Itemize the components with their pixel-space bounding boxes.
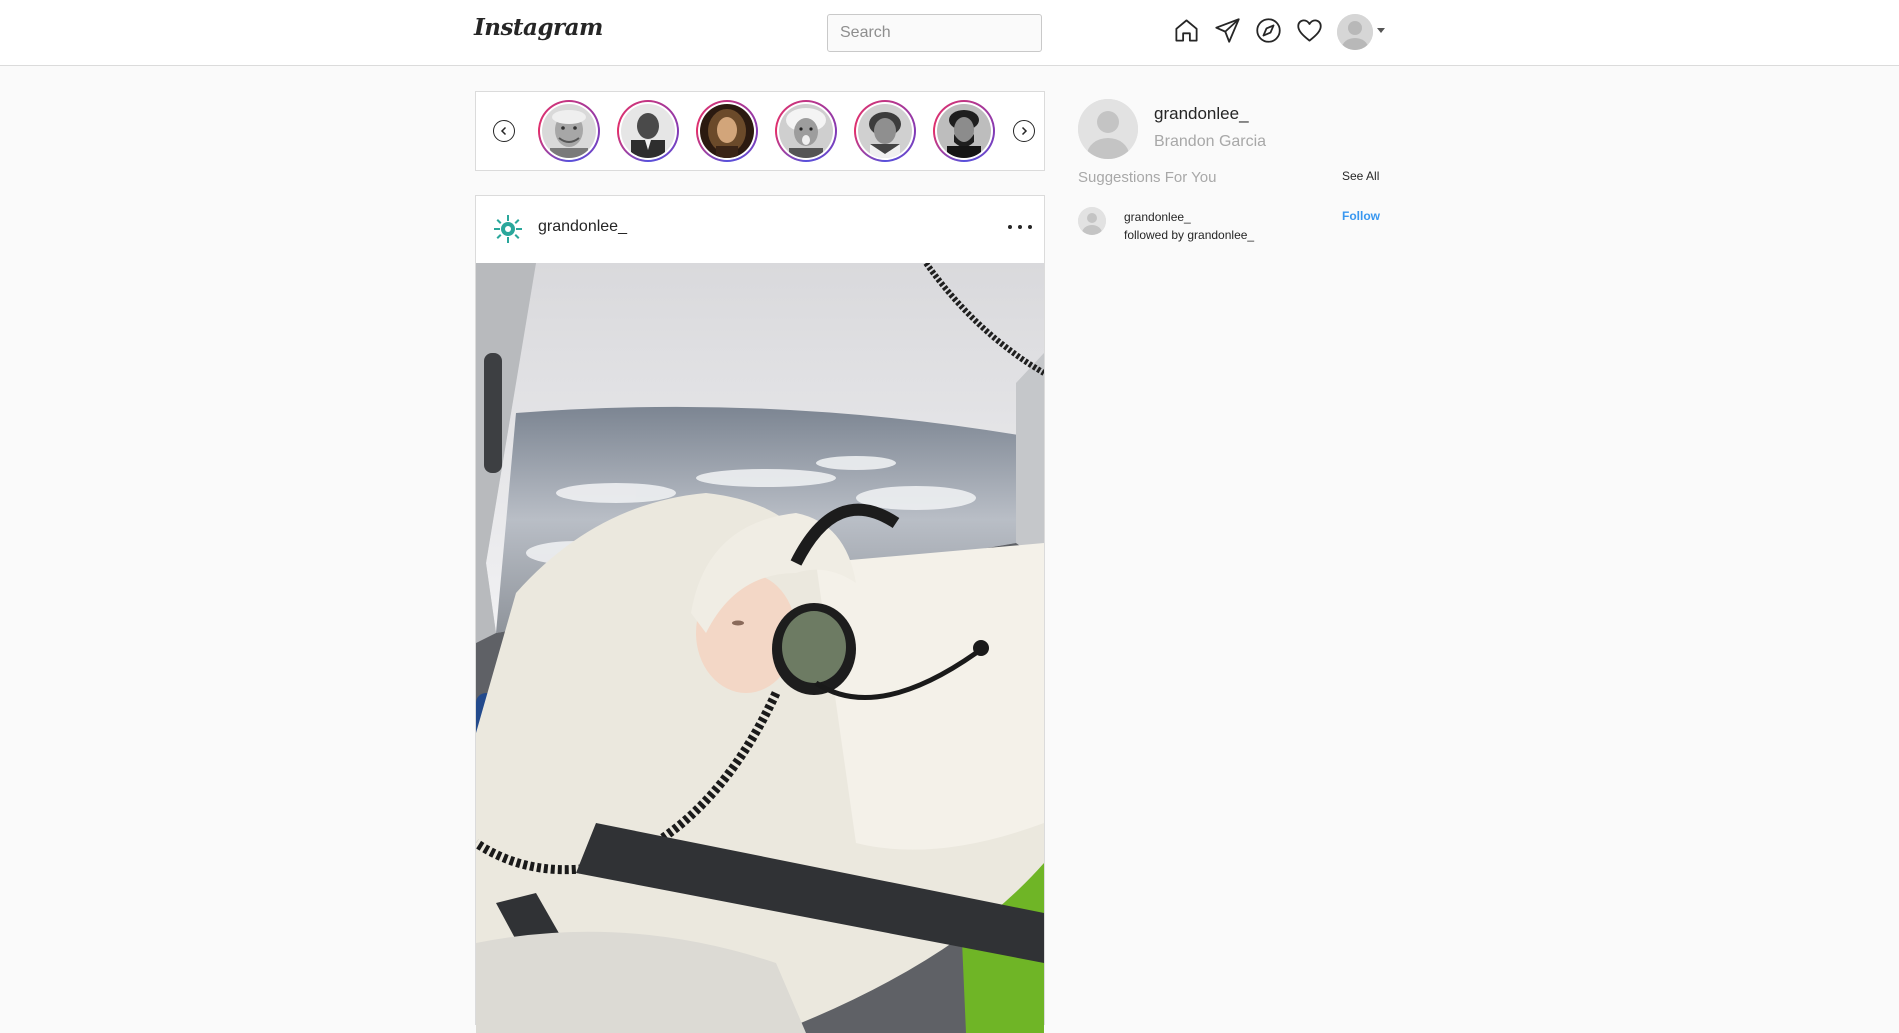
direct-message-icon[interactable]	[1212, 15, 1242, 45]
stories-prev-button[interactable]	[493, 120, 515, 142]
suggestions-heading: Suggestions For You	[1078, 169, 1217, 186]
suggestion-followed-by: followed by grandonlee_	[1124, 228, 1255, 242]
post-author-avatar[interactable]	[492, 213, 524, 245]
profile-menu-dropdown[interactable]	[1337, 14, 1389, 50]
feed-post: grandonlee_	[475, 195, 1045, 1033]
story-avatar-2[interactable]	[617, 100, 679, 162]
top-nav-bar: Instagram	[0, 0, 1899, 66]
story-avatar-6[interactable]	[933, 100, 995, 162]
story-avatar-4[interactable]	[775, 100, 837, 162]
home-icon[interactable]	[1171, 15, 1201, 45]
post-image[interactable]	[476, 263, 1044, 1033]
story-avatar-1[interactable]	[538, 100, 600, 162]
stories-next-button[interactable]	[1013, 120, 1035, 142]
search-input[interactable]	[827, 14, 1042, 52]
suggestion-avatar[interactable]	[1078, 207, 1106, 235]
post-author-username[interactable]: grandonlee_	[538, 218, 627, 236]
heart-activity-icon[interactable]	[1294, 15, 1324, 45]
chevron-down-icon	[1377, 28, 1385, 33]
explore-compass-icon[interactable]	[1253, 15, 1283, 45]
see-all-link[interactable]: See All	[1342, 169, 1379, 183]
story-avatar-5[interactable]	[854, 100, 916, 162]
suggestion-username[interactable]: grandonlee_	[1124, 210, 1191, 224]
follow-button[interactable]: Follow	[1342, 209, 1380, 223]
stories-tray	[475, 91, 1045, 171]
instagram-logo[interactable]: Instagram	[474, 14, 603, 41]
post-header: grandonlee_	[476, 196, 1044, 263]
story-avatar-3[interactable]	[696, 100, 758, 162]
current-user-avatar[interactable]	[1078, 99, 1138, 159]
more-options-icon[interactable]	[1008, 221, 1032, 233]
avatar	[1337, 14, 1373, 50]
current-user-username[interactable]: grandonlee_	[1154, 104, 1249, 124]
current-user-fullname: Brandon Garcia	[1154, 133, 1267, 150]
